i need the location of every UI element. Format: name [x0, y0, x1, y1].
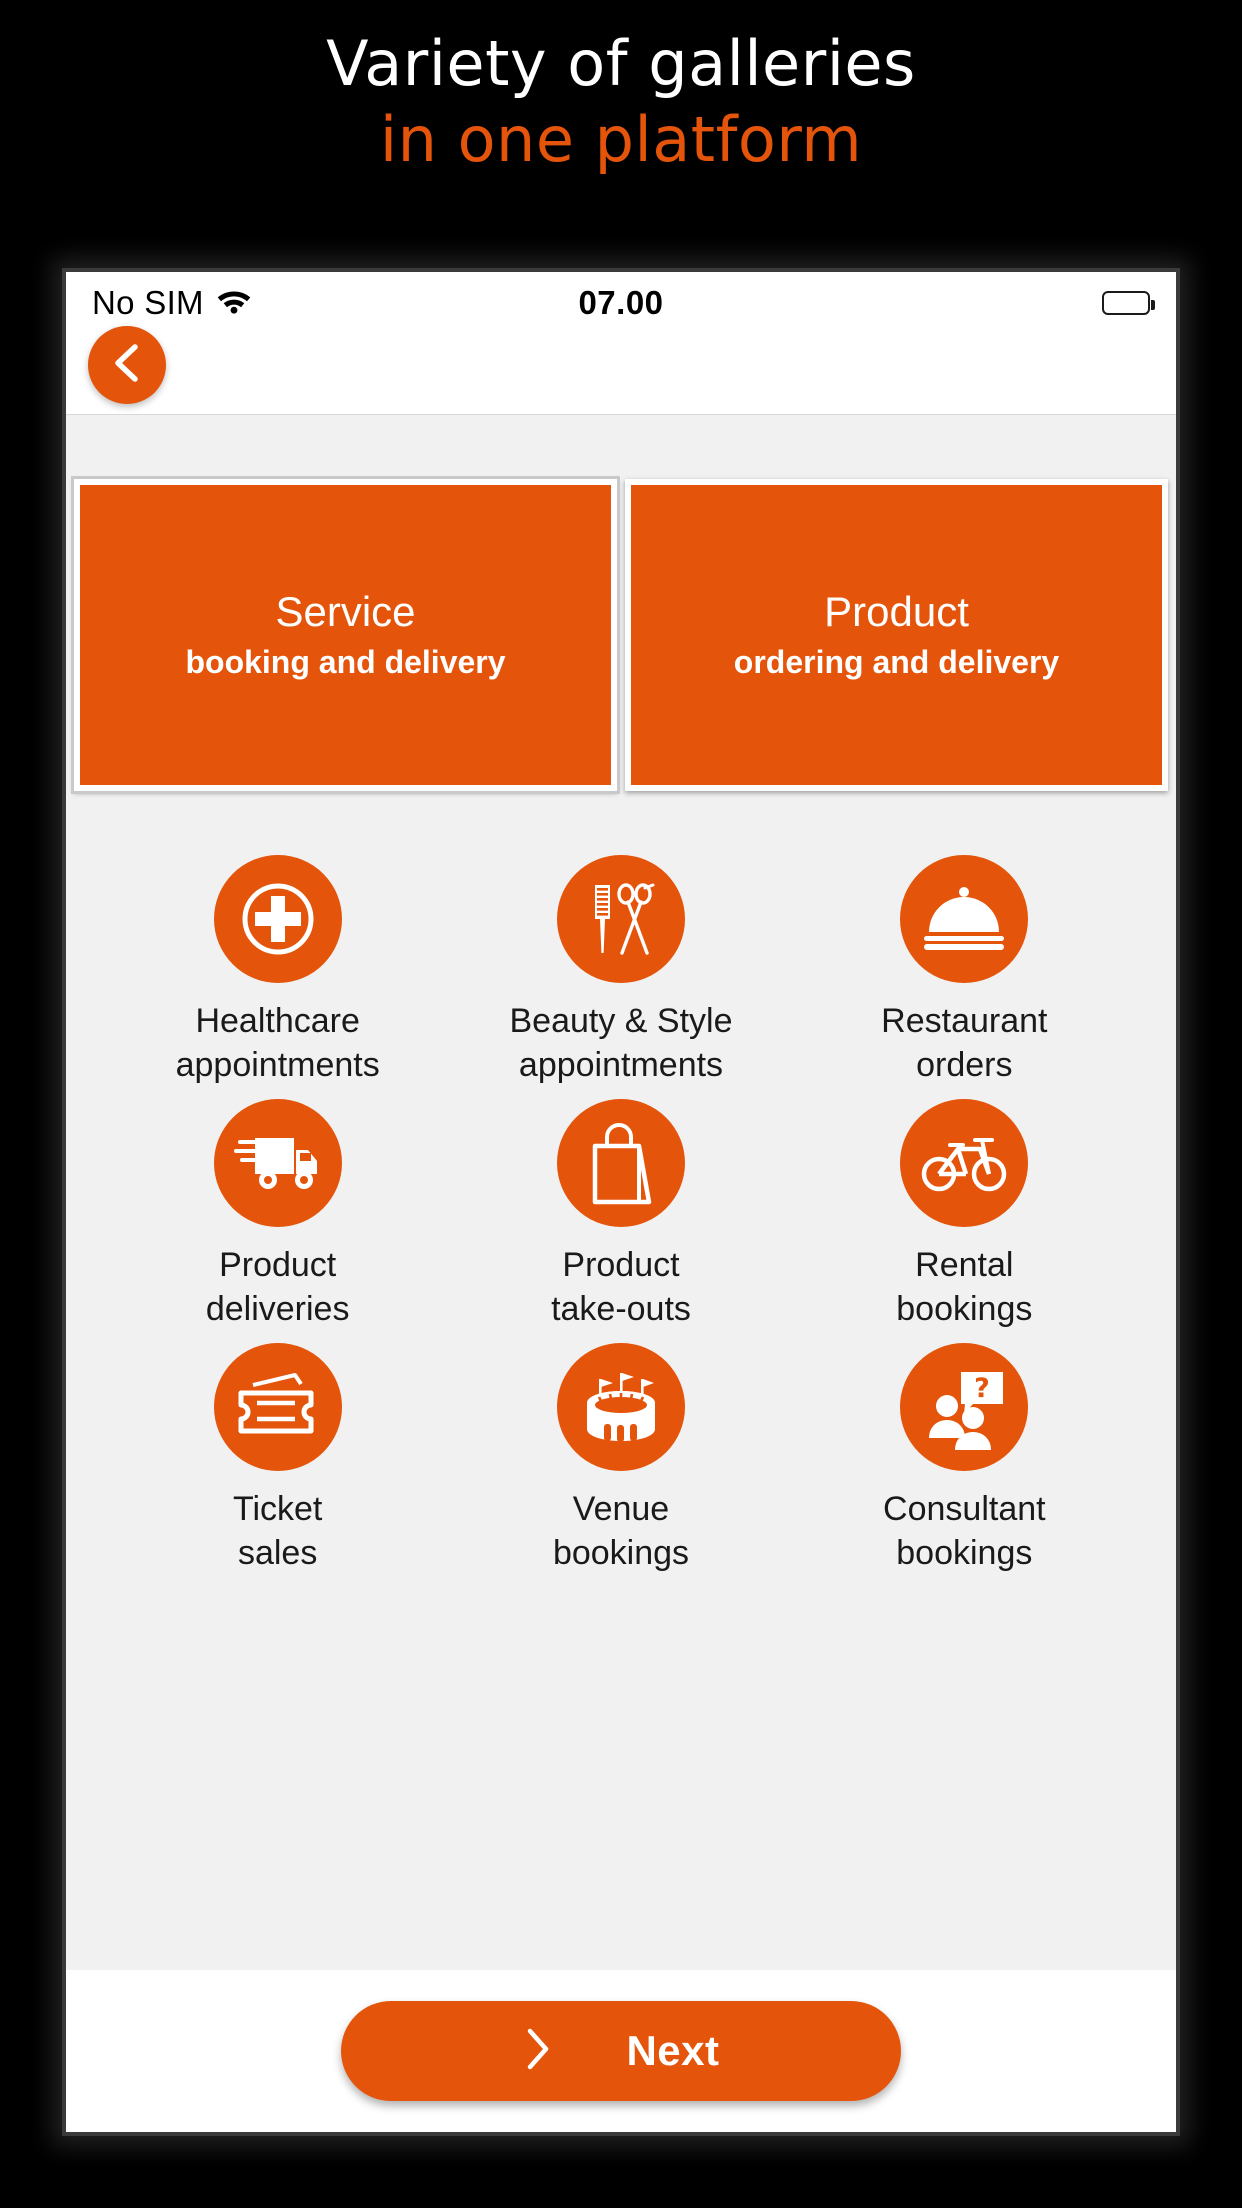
category-label: Healthcare appointments — [175, 1002, 380, 1084]
phone-frame: No SIM 07.00 Service booking and deliver… — [62, 268, 1180, 2136]
promo-heading: Variety of galleries in one platform — [0, 0, 1242, 178]
screen-content: Service booking and delivery Product ord… — [66, 415, 1176, 1970]
category-item-product-takeouts[interactable]: Product take-outs — [449, 1099, 792, 1331]
category-label: Product take-outs — [551, 1246, 691, 1328]
category-item-restaurant[interactable]: Restaurant orders — [793, 855, 1136, 1087]
footer-bar: Next — [66, 1970, 1176, 2132]
category-item-healthcare[interactable]: Healthcare appointments — [106, 855, 449, 1087]
mode-card-service-title: Service — [275, 588, 416, 635]
category-label: Ticket sales — [232, 1490, 323, 1572]
next-button[interactable]: Next — [341, 2001, 901, 2101]
mode-card-product-title: Product — [824, 588, 969, 635]
svg-text:?: ? — [974, 1373, 990, 1404]
ticket-icon — [213, 1343, 342, 1471]
mode-card-row: Service booking and delivery Product ord… — [66, 415, 1176, 794]
category-label: Beauty & Style appointments — [509, 1002, 733, 1084]
back-button[interactable] — [88, 326, 166, 404]
carrier-label: No SIM — [92, 284, 204, 321]
delivery-truck-icon — [213, 1099, 342, 1227]
mode-card-product-subtitle: ordering and delivery — [733, 644, 1060, 680]
category-item-venue-bookings[interactable]: Venue bookings — [449, 1343, 792, 1575]
category-label: Restaurant orders — [881, 1002, 1048, 1084]
category-grid: Healthcare appointments Beauty & Style a… — [66, 791, 1176, 1575]
category-label: Rental bookings — [896, 1246, 1033, 1328]
category-label: Product deliveries — [205, 1246, 350, 1328]
chevron-left-icon — [110, 341, 144, 390]
next-button-label: Next — [626, 2027, 720, 2074]
status-bar-left: No SIM — [92, 284, 252, 322]
chevron-right-icon — [522, 2026, 552, 2077]
stadium-icon — [556, 1343, 685, 1471]
wifi-icon — [216, 287, 252, 319]
mode-card-product[interactable]: Product ordering and delivery — [625, 479, 1168, 791]
category-item-beauty-style[interactable]: Beauty & Style appointments — [449, 855, 792, 1087]
category-item-product-deliveries[interactable]: Product deliveries — [106, 1099, 449, 1331]
people-question-icon: ? — [900, 1343, 1029, 1471]
mode-card-service-subtitle: booking and delivery — [185, 644, 506, 680]
bicycle-icon — [900, 1099, 1029, 1227]
nav-bar — [66, 326, 1176, 415]
food-cloche-icon — [900, 855, 1029, 983]
mode-card-service[interactable]: Service booking and delivery — [71, 476, 620, 794]
promo-heading-line1: Variety of galleries — [326, 27, 916, 100]
category-item-rental-bookings[interactable]: Rental bookings — [793, 1099, 1136, 1331]
status-bar-right — [1102, 291, 1155, 315]
category-item-consultant-bookings[interactable]: ? Consultant bookings — [793, 1343, 1136, 1575]
battery-icon — [1102, 291, 1155, 315]
phone-screen: No SIM 07.00 Service booking and deliver… — [66, 272, 1176, 2132]
medical-cross-icon — [213, 855, 342, 983]
status-bar: No SIM 07.00 — [66, 272, 1176, 334]
category-label: Consultant bookings — [883, 1490, 1046, 1572]
shopping-bag-icon — [556, 1099, 685, 1227]
category-item-ticket-sales[interactable]: Ticket sales — [106, 1343, 449, 1575]
comb-scissors-icon — [556, 855, 685, 983]
category-label: Venue bookings — [552, 1490, 690, 1572]
promo-heading-line2: in one platform — [379, 103, 863, 176]
